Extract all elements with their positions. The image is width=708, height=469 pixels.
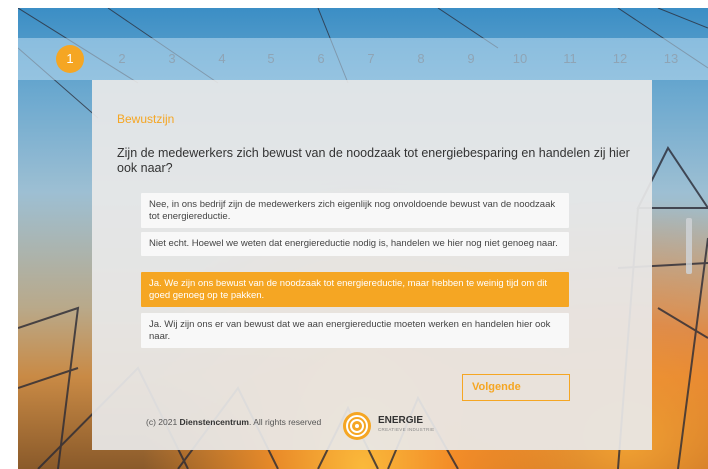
question-text: Zijn de medewerkers zich bewust van de n…: [117, 146, 630, 175]
step-8[interactable]: 8: [406, 38, 436, 80]
step-11[interactable]: 11: [555, 38, 585, 80]
step-2[interactable]: 2: [107, 38, 137, 80]
step-3[interactable]: 3: [157, 38, 187, 80]
answer-option-4[interactable]: Ja. Wij zijn ons er van bewust dat we aa…: [141, 313, 569, 348]
energie-logo-icon: [343, 412, 371, 440]
step-4[interactable]: 4: [207, 38, 237, 80]
category-title: Bewustzijn: [117, 112, 175, 126]
step-13[interactable]: 13: [656, 38, 686, 80]
app-frame: 1 2 3 4 5 6 7 8 9 10 11 12 13 Bewustzijn…: [0, 0, 708, 469]
step-12[interactable]: 12: [605, 38, 635, 80]
answer-option-3[interactable]: Ja. We zijn ons bewust van de noodzaak t…: [141, 272, 569, 307]
step-7[interactable]: 7: [356, 38, 386, 80]
step-5[interactable]: 5: [256, 38, 286, 80]
company-link[interactable]: Dienstencentrum: [180, 417, 249, 427]
logo-subtitle: CREATIEVE INDUSTRIE: [378, 427, 435, 432]
step-10[interactable]: 10: [505, 38, 535, 80]
answer-option-1[interactable]: Nee, in ons bedrijf zijn de medewerkers …: [141, 193, 569, 228]
footer-copyright: (c) 2021 Dienstencentrum. All rights res…: [146, 417, 322, 427]
answer-option-2[interactable]: Niet echt. Hoewel we weten dat energiere…: [141, 232, 569, 256]
step-6[interactable]: 6: [306, 38, 336, 80]
logo-name: ENERGIE: [378, 415, 424, 426]
next-button[interactable]: Volgende: [462, 374, 570, 401]
step-1[interactable]: 1: [55, 38, 85, 80]
step-9[interactable]: 9: [456, 38, 486, 80]
